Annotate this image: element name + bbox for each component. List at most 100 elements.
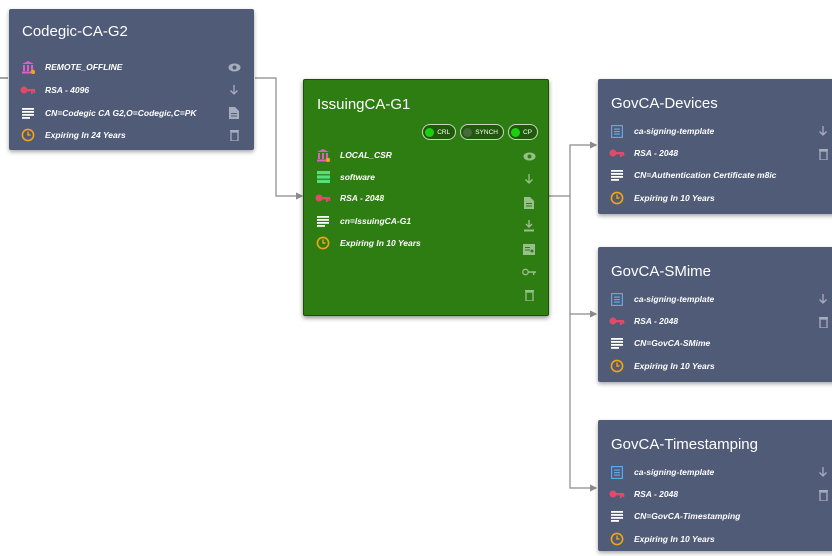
document-icon[interactable] bbox=[227, 106, 241, 120]
node-row-text: RSA - 2048 bbox=[634, 316, 679, 326]
node-row-text: CN=GovCA-SMime bbox=[634, 338, 711, 348]
node-row-key-location: REMOTE_OFFLINE bbox=[20, 59, 122, 75]
status-pill-cp[interactable]: CP bbox=[507, 124, 538, 140]
status-pill-synch[interactable]: SYNCH bbox=[460, 124, 504, 140]
node-row-text: REMOTE_OFFLINE bbox=[45, 62, 123, 72]
trash-icon[interactable] bbox=[816, 147, 830, 161]
node-row-text: Expiring In 10 Years bbox=[634, 193, 715, 203]
clock-icon bbox=[609, 531, 625, 547]
node-row-text: ca-signing-template bbox=[634, 126, 715, 136]
eye-icon[interactable] bbox=[227, 60, 241, 74]
node-row-text: software bbox=[340, 172, 375, 182]
node-row-text: ca-signing-template bbox=[634, 294, 715, 304]
node-title: Codegic-CA-G2 bbox=[22, 23, 128, 40]
eye-icon[interactable] bbox=[522, 149, 536, 163]
node-row-subject: CN=GovCA-SMime bbox=[609, 335, 710, 351]
ca-node-govca-smime[interactable]: GovCA-SMime ca-signing-template RSA - 20… bbox=[598, 247, 832, 382]
node-row-text: RSA - 2048 bbox=[634, 148, 679, 158]
key-icon bbox=[609, 486, 625, 502]
status-pill-crl[interactable]: CRL bbox=[422, 124, 457, 140]
clock-icon bbox=[20, 127, 36, 143]
ca-node-codegic-ca-g2[interactable]: Codegic-CA-G2 REMOTE_OFFLINE RSA - 4096 … bbox=[9, 9, 254, 150]
node-row-text: CN=GovCA-Timestamping bbox=[634, 511, 741, 521]
download-arrow-icon[interactable] bbox=[816, 465, 830, 479]
node-title: GovCA-Devices bbox=[611, 95, 718, 112]
download-arrow-icon[interactable] bbox=[227, 83, 241, 97]
node-row-text: LOCAL_CSR bbox=[340, 150, 392, 160]
node-row-text: CN=Authentication Certificate m8ic bbox=[634, 170, 777, 180]
export-icon[interactable] bbox=[522, 219, 536, 233]
node-title: IssuingCA-G1 bbox=[317, 96, 411, 113]
key-icon bbox=[315, 190, 331, 206]
lines-icon bbox=[609, 508, 625, 524]
trash-icon[interactable] bbox=[227, 128, 241, 142]
node-row-expiry: Expiring In 10 Years bbox=[609, 531, 715, 547]
node-row-expiry: Expiring In 10 Years bbox=[315, 235, 421, 251]
lines-icon bbox=[315, 213, 331, 229]
clock-icon bbox=[609, 190, 625, 206]
key-icon bbox=[609, 313, 625, 329]
key-icon bbox=[20, 82, 36, 98]
template-icon bbox=[609, 291, 625, 307]
node-row-subject: CN=Authentication Certificate m8ic bbox=[609, 167, 776, 183]
download-arrow-icon[interactable] bbox=[816, 292, 830, 306]
ca-node-govca-timestamping[interactable]: GovCA-Timestamping ca-signing-template R… bbox=[598, 420, 832, 551]
pill-label: CRL bbox=[437, 128, 451, 136]
node-row-text: Expiring In 10 Years bbox=[634, 534, 715, 544]
status-dot bbox=[425, 127, 435, 137]
ca-node-govca-devices[interactable]: GovCA-Devices ca-signing-template RSA - … bbox=[598, 79, 832, 214]
connector-issuing-to-timestamping bbox=[569, 314, 598, 492]
node-row-subject: CN=GovCA-Timestamping bbox=[609, 508, 740, 524]
node-row-text: ca-signing-template bbox=[634, 467, 715, 477]
node-row-expiry: Expiring In 10 Years bbox=[609, 190, 715, 206]
connector-issuing-to-smime bbox=[569, 196, 598, 318]
lines-icon bbox=[609, 167, 625, 183]
node-row-key-storage: software bbox=[315, 169, 375, 185]
node-row-text: cn=IssuingCA-G1 bbox=[340, 216, 412, 226]
node-row-template: ca-signing-template bbox=[609, 291, 714, 307]
node-row-key-algorithm: RSA - 2048 bbox=[609, 313, 678, 329]
bank-icon bbox=[315, 147, 331, 163]
node-row-text: Expiring In 10 Years bbox=[634, 361, 715, 371]
connector-root-to-issuing bbox=[255, 77, 304, 200]
trash-icon[interactable] bbox=[816, 315, 830, 329]
node-row-expiry: Expiring In 24 Years bbox=[20, 127, 126, 143]
node-row-text: RSA - 2048 bbox=[340, 193, 385, 203]
key-icon[interactable] bbox=[522, 265, 536, 279]
node-row-template: ca-signing-template bbox=[609, 123, 714, 139]
node-row-key-algorithm: RSA - 2048 bbox=[315, 190, 384, 206]
lines-icon bbox=[20, 105, 36, 121]
node-row-text: Expiring In 10 Years bbox=[340, 238, 421, 248]
key-icon bbox=[609, 145, 625, 161]
template-icon bbox=[609, 464, 625, 480]
node-row-expiry: Expiring In 10 Years bbox=[609, 358, 715, 374]
node-title: GovCA-Timestamping bbox=[611, 436, 758, 453]
lines-icon bbox=[609, 335, 625, 351]
status-dot bbox=[510, 127, 520, 137]
clock-icon bbox=[315, 235, 331, 251]
download-arrow-icon[interactable] bbox=[816, 124, 830, 138]
node-title: GovCA-SMime bbox=[611, 263, 712, 280]
storage-icon bbox=[315, 169, 331, 185]
bank-icon bbox=[20, 59, 36, 75]
node-row-key-algorithm: RSA - 2048 bbox=[609, 145, 678, 161]
node-row-template: ca-signing-template bbox=[609, 464, 714, 480]
node-row-subject: CN=Codegic CA G2,O=Codegic,C=PK bbox=[20, 105, 197, 121]
node-row-key-algorithm: RSA - 4096 bbox=[20, 82, 89, 98]
node-row-text: RSA - 2048 bbox=[634, 489, 679, 499]
status-pills: CRL SYNCH CP bbox=[422, 124, 538, 140]
connector-issuing-to-devices bbox=[548, 141, 598, 197]
node-row-text: CN=Codegic CA G2,O=Codegic,C=PK bbox=[45, 108, 197, 118]
trash-icon[interactable] bbox=[522, 288, 536, 302]
trash-icon[interactable] bbox=[816, 488, 830, 502]
status-dot bbox=[463, 127, 473, 137]
ca-node-issuingca-g1[interactable]: IssuingCA-G1 CRL SYNCH CP LOCAL_CSR soft… bbox=[303, 79, 549, 316]
pill-label: CP bbox=[522, 128, 532, 136]
node-row-key-location: LOCAL_CSR bbox=[315, 147, 392, 163]
download-arrow-icon[interactable] bbox=[522, 172, 536, 186]
certificate-icon[interactable] bbox=[522, 242, 536, 256]
clock-icon bbox=[609, 358, 625, 374]
node-row-text: RSA - 4096 bbox=[45, 85, 90, 95]
node-row-key-algorithm: RSA - 2048 bbox=[609, 486, 678, 502]
document-icon[interactable] bbox=[522, 196, 536, 210]
